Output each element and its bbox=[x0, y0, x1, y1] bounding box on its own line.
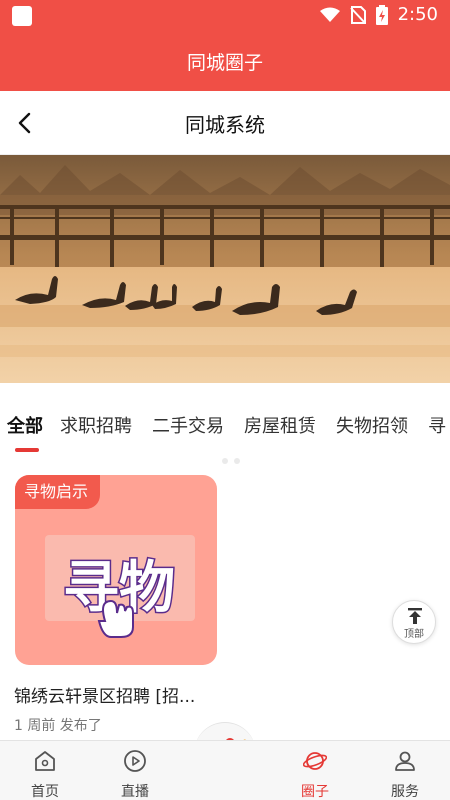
home-icon bbox=[35, 751, 55, 771]
tab-lost-found[interactable]: 失物招领 bbox=[336, 412, 408, 438]
back-to-top-label: 顶部 bbox=[404, 629, 424, 640]
tab-jobs[interactable]: 求职招聘 bbox=[60, 412, 132, 438]
wifi-icon bbox=[319, 7, 340, 22]
nav-circle[interactable]: 圈子 bbox=[270, 741, 360, 800]
page-header: 同城系统 bbox=[0, 91, 450, 155]
clock: 2:50 bbox=[397, 4, 438, 25]
tab-all[interactable]: 全部 bbox=[7, 412, 43, 438]
nav-service-label: 服务 bbox=[391, 784, 419, 800]
post-title[interactable]: 锦绣云轩景区招聘 [招... bbox=[14, 682, 224, 707]
planet-icon bbox=[303, 752, 327, 770]
status-bar: 2:50 bbox=[0, 0, 450, 32]
banner-image[interactable] bbox=[0, 155, 450, 383]
nav-circle-label: 圈子 bbox=[301, 784, 329, 800]
post-tag: 寻物启示 bbox=[15, 475, 101, 509]
pager-dots bbox=[222, 458, 240, 464]
post-timestamp: 1 周前 发布了 bbox=[14, 718, 102, 734]
app-title: 同城圈子 bbox=[186, 52, 263, 74]
nav-live[interactable]: 直播 bbox=[90, 741, 180, 800]
banner-photo bbox=[0, 155, 450, 383]
tab-housing-rental[interactable]: 房屋租赁 bbox=[244, 412, 316, 438]
nav-live-label: 直播 bbox=[121, 784, 149, 800]
battery-icon bbox=[375, 4, 388, 25]
person-icon bbox=[395, 751, 415, 771]
nav-home[interactable]: 首页 bbox=[0, 741, 90, 800]
nav-service[interactable]: 服务 bbox=[360, 741, 450, 800]
notification-icon bbox=[12, 6, 32, 26]
back-to-top-button[interactable]: 顶部 bbox=[392, 600, 436, 644]
page-title: 同城系统 bbox=[185, 113, 265, 137]
tab-second-hand[interactable]: 二手交易 bbox=[152, 412, 224, 438]
post-card-image[interactable]: 寻物启示 寻物 bbox=[15, 475, 217, 665]
bottom-nav: 首页 直播 圈子 服务 bbox=[0, 740, 450, 800]
no-sim-icon bbox=[349, 5, 366, 24]
play-icon bbox=[124, 750, 146, 772]
arrow-up-icon bbox=[408, 608, 422, 624]
category-tabs: 全部 求职招聘 二手交易 房屋租赁 失物招领 寻 bbox=[0, 400, 450, 454]
lost-item-illustration: 寻物 bbox=[45, 535, 195, 638]
nav-home-label: 首页 bbox=[31, 784, 59, 800]
tab-search[interactable]: 寻 bbox=[428, 412, 446, 438]
hand-pointer-icon bbox=[97, 599, 134, 638]
app-header: 同城圈子 bbox=[0, 32, 450, 91]
active-tab-indicator bbox=[15, 448, 39, 452]
